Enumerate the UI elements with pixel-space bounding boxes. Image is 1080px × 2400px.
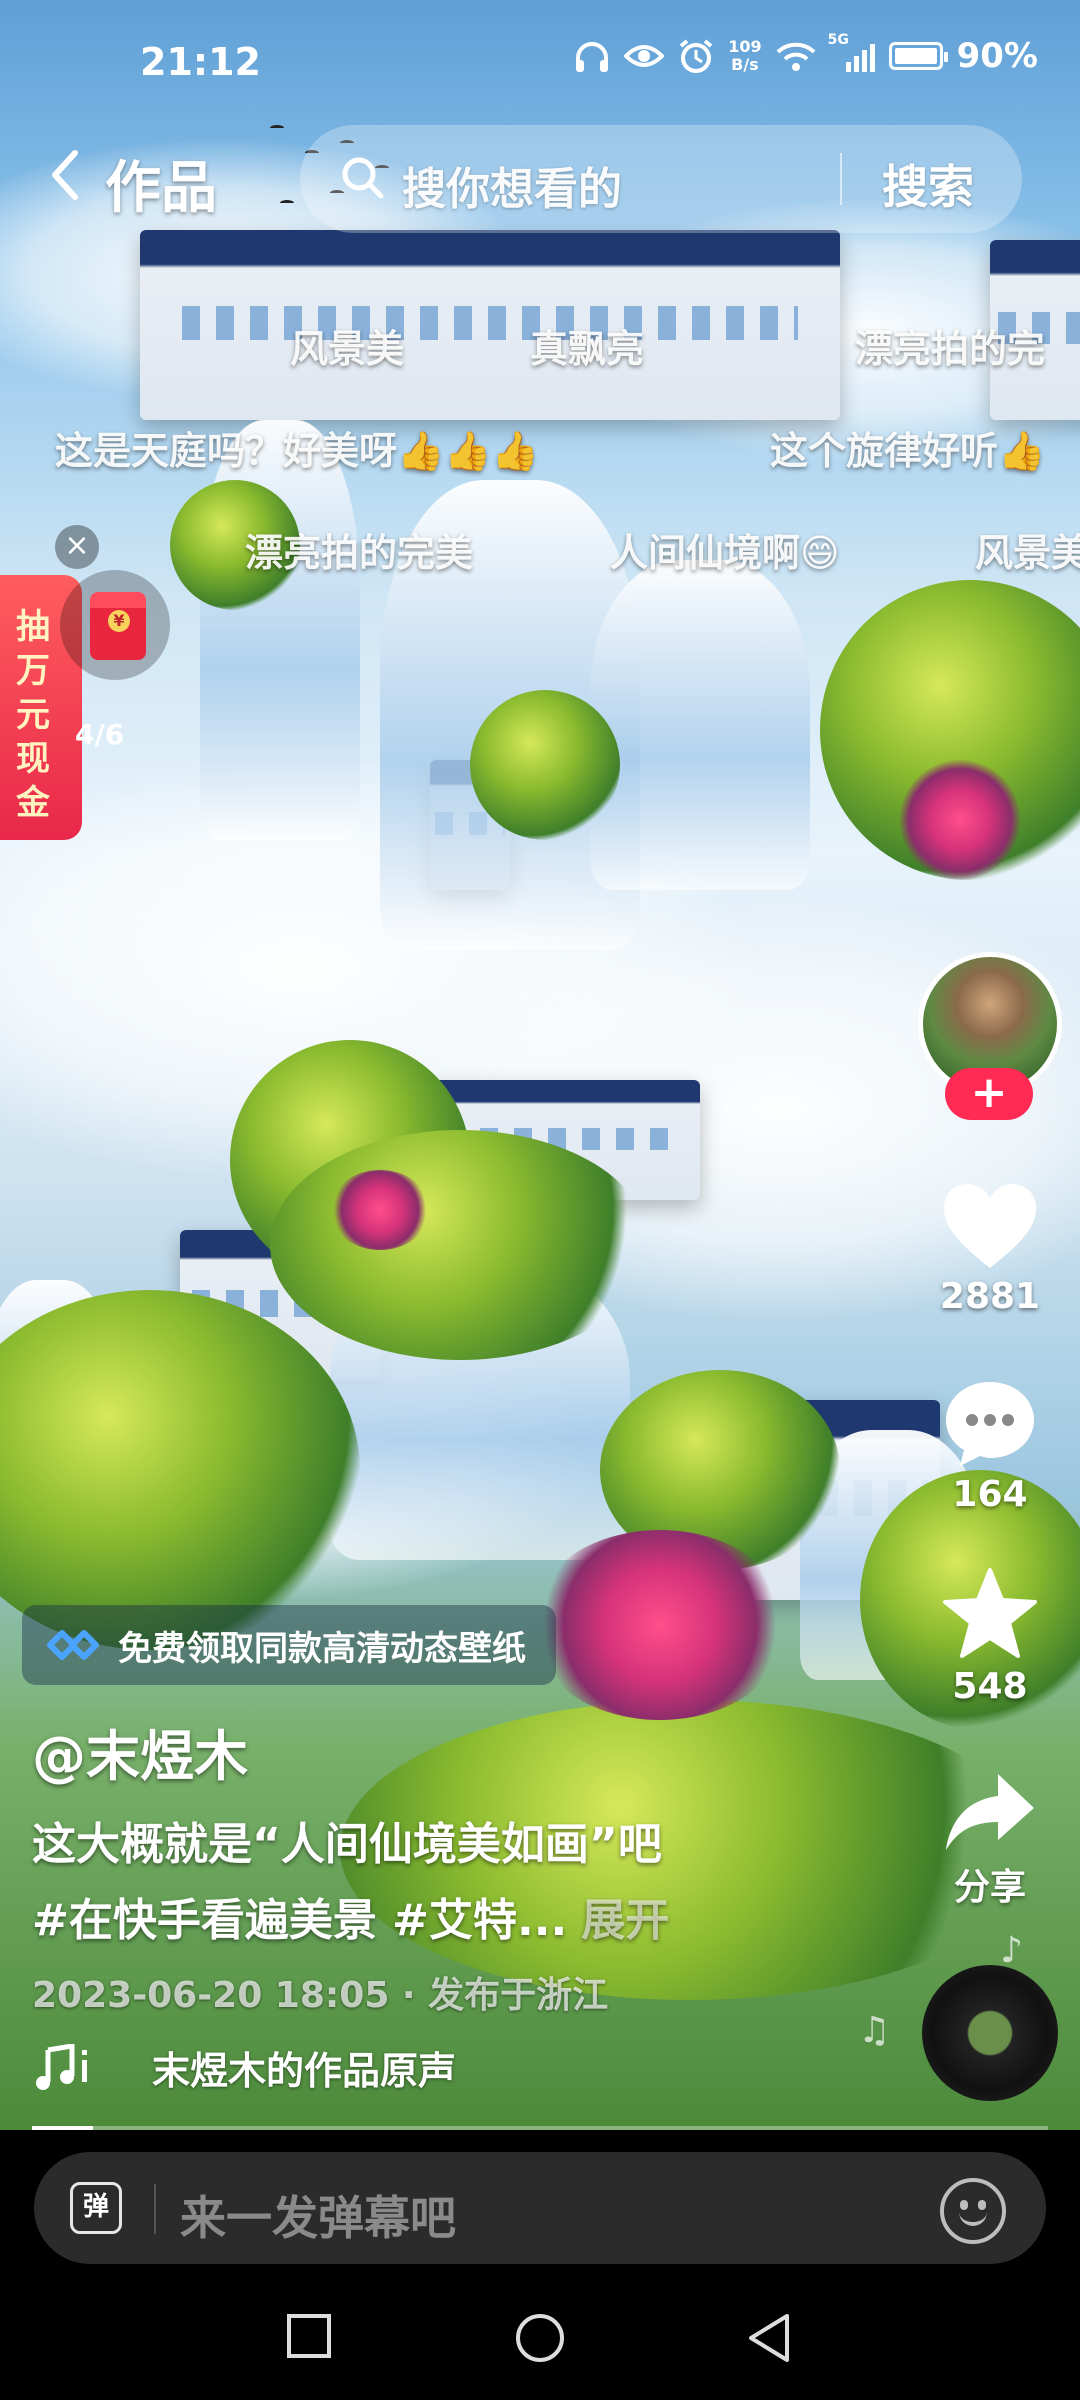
danmaku-item: 风景美 bbox=[290, 327, 405, 371]
music-note-icon: ♪ bbox=[1000, 1930, 1023, 1971]
page-title: 作品 bbox=[105, 156, 217, 221]
share-label: 分享 bbox=[953, 1867, 1026, 1908]
comment-bar: 弹 来一发弹幕吧 bbox=[0, 2130, 1080, 2270]
danmaku-item: 漂亮拍的完 bbox=[855, 327, 1046, 371]
heart-icon bbox=[944, 1184, 1036, 1268]
caption-line-1: 这大概就是“人间仙境美如画”吧 bbox=[32, 1819, 662, 1870]
home-icon[interactable] bbox=[514, 2312, 566, 2364]
system-nav-bar bbox=[0, 2270, 1080, 2400]
music-title: 末煜木的作品原声 bbox=[152, 2049, 457, 2093]
cell-signal-icon: 5G bbox=[828, 32, 875, 72]
promo-banner[interactable]: 免费领取同款高清动态壁纸 bbox=[22, 1605, 556, 1685]
comment-icon bbox=[946, 1382, 1034, 1466]
back-button[interactable] bbox=[40, 145, 90, 205]
eye-icon bbox=[624, 45, 665, 67]
expand-link[interactable]: 展开 bbox=[581, 1895, 669, 1946]
recent-apps-icon[interactable] bbox=[285, 2312, 333, 2360]
search-divider bbox=[840, 153, 842, 205]
signal-type: 5G bbox=[827, 32, 849, 48]
music-note-icon: ♫ bbox=[858, 2010, 891, 2051]
danmaku-item: 风景美 bbox=[975, 531, 1080, 575]
author-name[interactable]: @末煜木 bbox=[32, 1712, 248, 1791]
danmaku-item: 这是天庭吗？好美呀👍👍👍 bbox=[55, 429, 539, 473]
net-speed: 109 B/s bbox=[728, 37, 762, 74]
comment-count: 164 bbox=[952, 1474, 1028, 1515]
battery-icon bbox=[888, 42, 948, 70]
danmaku-item: 真飘亮 bbox=[530, 327, 645, 371]
caption-line-2: #在快手看遍美景 #艾特... 展开 bbox=[32, 1884, 669, 1948]
danmaku-item: 人间仙境啊😄 bbox=[610, 531, 840, 575]
music-note-icon bbox=[36, 2043, 87, 2090]
like-button[interactable]: 2881 bbox=[930, 1180, 1050, 1317]
status-icons: 109 B/s 5G 90% bbox=[574, 32, 1038, 76]
danmaku-item: 漂亮拍的完美 bbox=[245, 531, 474, 575]
search-button[interactable]: 搜索 bbox=[882, 151, 974, 217]
status-bar: 21:12 109 B/s 5G 90% bbox=[0, 0, 1080, 130]
favorite-button[interactable]: 548 bbox=[930, 1566, 1050, 1707]
caption-hashtags[interactable]: #在快手看遍美景 #艾特... bbox=[32, 1895, 567, 1946]
follow-button[interactable]: + bbox=[945, 1068, 1033, 1120]
wifi-icon bbox=[776, 42, 815, 71]
battery-level: 90% bbox=[956, 36, 1038, 76]
danmaku-item: 这个旋律好听👍 bbox=[770, 429, 1046, 473]
music-info[interactable]: 末煜木的作品原声 bbox=[32, 2040, 456, 2095]
danmaku-input[interactable]: 来一发弹幕吧 bbox=[180, 2182, 456, 2248]
back-icon[interactable] bbox=[745, 2312, 793, 2364]
red-packet-button[interactable]: ¥ bbox=[60, 570, 170, 680]
headphones-icon bbox=[576, 42, 609, 72]
red-packet-label: 抽万元现金 bbox=[16, 607, 50, 823]
search-bar[interactable]: 搜你想看的 搜索 bbox=[300, 125, 1022, 233]
share-button[interactable]: 分享 bbox=[930, 1770, 1050, 1910]
search-icon bbox=[342, 157, 384, 199]
status-time: 21:12 bbox=[140, 40, 261, 84]
emoji-icon[interactable] bbox=[940, 2178, 1006, 2244]
comment-button[interactable]: 164 bbox=[930, 1378, 1050, 1515]
share-icon bbox=[946, 1774, 1034, 1850]
top-bar: 作品 搜你想看的 搜索 bbox=[0, 125, 1080, 235]
red-packet-progress: 4/6 bbox=[75, 718, 125, 751]
danmaku-input-box[interactable]: 弹 来一发弹幕吧 bbox=[34, 2152, 1046, 2264]
chevron-left-icon bbox=[52, 150, 78, 200]
coin-icon: ¥ bbox=[108, 610, 130, 632]
close-icon[interactable]: × bbox=[55, 525, 99, 569]
like-count: 2881 bbox=[939, 1276, 1041, 1317]
star-icon bbox=[943, 1568, 1037, 1658]
post-meta: 2023-06-20 18:05 · 发布于浙江 bbox=[32, 1975, 609, 2016]
favorite-count: 548 bbox=[952, 1666, 1028, 1707]
music-disc[interactable] bbox=[922, 1965, 1058, 2101]
input-divider bbox=[154, 2184, 156, 2234]
danmaku-toggle-button[interactable]: 弹 bbox=[70, 2182, 122, 2234]
alarm-icon bbox=[679, 39, 713, 73]
search-input[interactable]: 搜你想看的 bbox=[402, 153, 622, 217]
promo-text: 免费领取同款高清动态壁纸 bbox=[118, 1628, 526, 1669]
link-icon bbox=[47, 1630, 99, 1660]
